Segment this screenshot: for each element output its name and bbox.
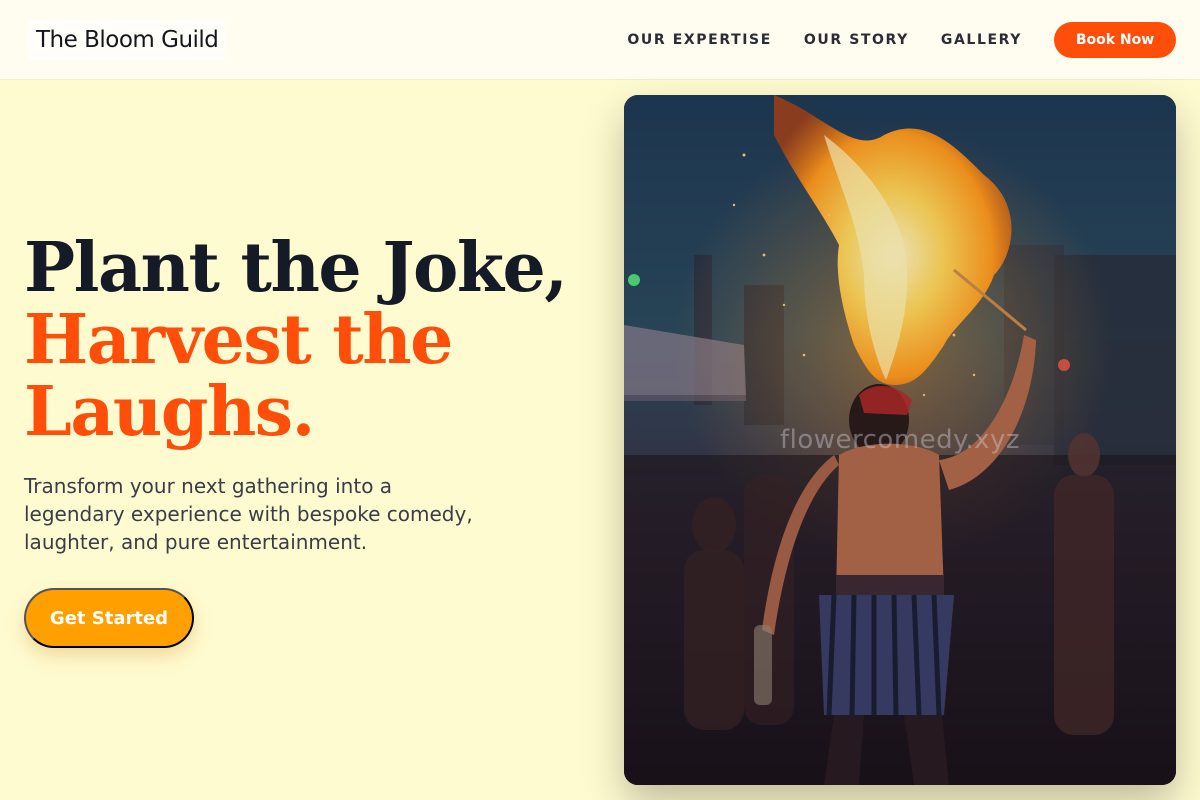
main-nav: OUR EXPERTISE OUR STORY GALLERY Book Now xyxy=(627,22,1176,58)
hero-subtitle: Transform your next gathering into a leg… xyxy=(24,474,473,554)
hero-title-line-3: Laughs. xyxy=(24,372,315,452)
site-header: The Bloom Guild OUR EXPERTISE OUR STORY … xyxy=(0,0,1200,80)
brand-logo[interactable]: The Bloom Guild xyxy=(28,20,227,60)
hero-photo: flowercomedy.xyz xyxy=(624,95,1176,785)
hero-title-line-2: Harvest the xyxy=(24,300,453,380)
get-started-button[interactable]: Get Started xyxy=(24,588,194,648)
nav-link-our-expertise[interactable]: OUR EXPERTISE xyxy=(627,32,771,48)
hero-title: Plant the Joke, Harvest the Laughs. xyxy=(24,232,584,448)
photo-watermark: flowercomedy.xyz xyxy=(779,425,1021,455)
nav-link-our-story[interactable]: OUR STORY xyxy=(804,32,909,48)
book-now-button[interactable]: Book Now xyxy=(1054,22,1176,58)
hero-title-line-1: Plant the Joke, xyxy=(24,228,568,308)
nav-link-gallery[interactable]: GALLERY xyxy=(941,32,1022,48)
